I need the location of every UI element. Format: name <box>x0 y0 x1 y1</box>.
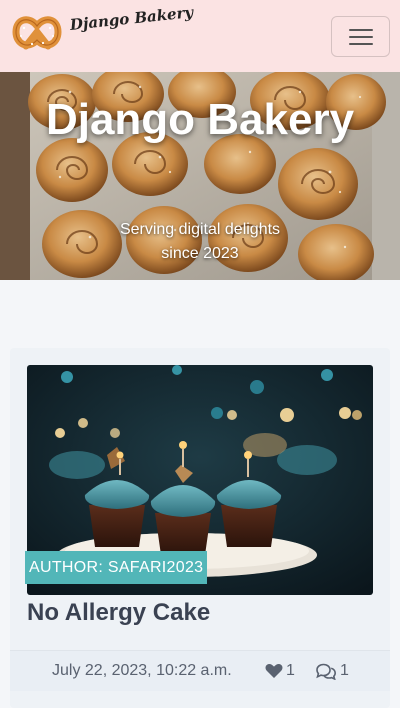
comments-icon <box>316 663 337 680</box>
brand-link[interactable]: Django Bakery <box>12 3 194 54</box>
post-card: AUTHOR: SAFARI2023 No Allergy Cake July … <box>10 348 390 708</box>
brand-name: Django Bakery <box>69 3 194 34</box>
hero-title: Django Bakery <box>45 95 355 144</box>
pretzel-icon <box>12 16 62 50</box>
post-meta: July 22, 2023, 10:22 a.m. 1 1 <box>10 651 390 691</box>
comments-count: 1 <box>340 662 349 679</box>
navbar: Django Bakery <box>0 0 400 72</box>
post-title[interactable]: No Allergy Cake <box>27 598 210 628</box>
hero-subtitle: Serving digital delights since 2023 <box>119 221 281 262</box>
post-date: July 22, 2023, 10:22 a.m. <box>52 662 232 679</box>
heart-icon <box>265 664 283 678</box>
hero-banner: Django Bakery Serving digital delights s… <box>0 72 400 280</box>
likes-count: 1 <box>286 662 295 679</box>
author-badge: AUTHOR: SAFARI2023 <box>25 551 208 584</box>
navbar-toggle-button[interactable] <box>331 16 390 57</box>
comments-count-group: 1 <box>315 661 349 681</box>
likes-count-group: 1 <box>265 661 295 681</box>
hamburger-menu-icon <box>349 28 373 46</box>
